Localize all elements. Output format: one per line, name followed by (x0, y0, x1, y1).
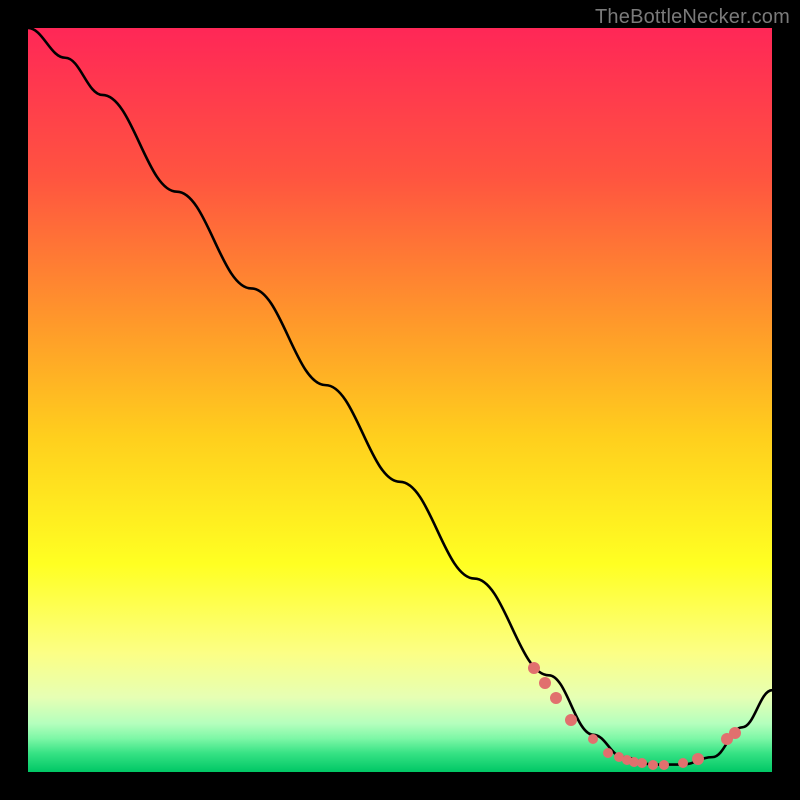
attribution-label: TheBottleNecker.com (595, 6, 790, 29)
plot-area (28, 28, 772, 772)
highlight-dot (550, 692, 562, 704)
highlight-dot (692, 753, 704, 765)
chart-root: { "attribution": "TheBottleNecker.com", … (0, 0, 800, 800)
highlight-dot (588, 734, 598, 744)
highlight-dot (528, 662, 540, 674)
highlight-dot (603, 748, 613, 758)
background-gradient (28, 28, 772, 772)
highlight-dot (659, 760, 669, 770)
highlight-dot (539, 677, 551, 689)
highlight-dot (678, 758, 688, 768)
highlight-dot (729, 727, 741, 739)
highlight-dot (637, 758, 647, 768)
highlight-dot (648, 760, 658, 770)
highlight-dot (565, 714, 577, 726)
